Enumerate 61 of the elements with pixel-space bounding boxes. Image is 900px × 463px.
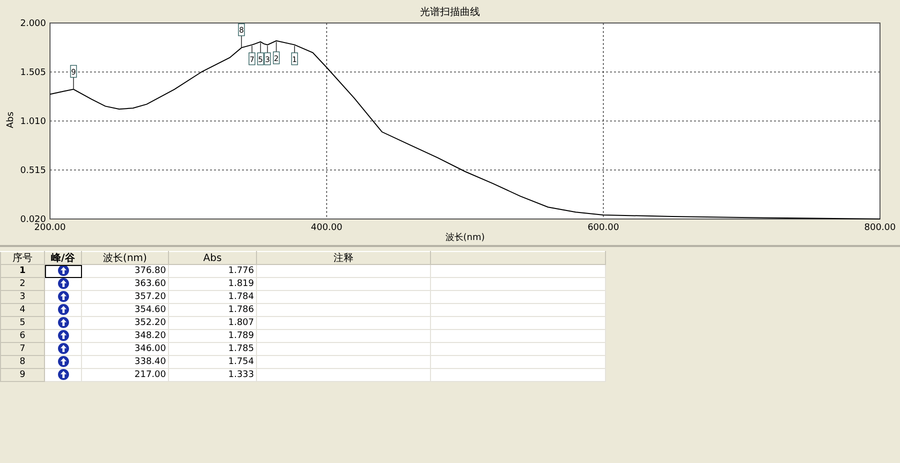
up-arrow-icon (58, 278, 68, 290)
table-cell: 363.60 (82, 278, 168, 290)
peak-cell[interactable] (44, 278, 82, 290)
peak-cell[interactable] (44, 342, 82, 356)
table-cell: 1.785 (168, 342, 256, 356)
peak-cell[interactable] (44, 264, 82, 278)
x-axis-title: 波长(nm) (445, 233, 485, 243)
table-cell: 357.20 (82, 290, 168, 304)
chart-title: 光谱扫描曲线 (420, 7, 480, 18)
row-number[interactable]: 1 (0, 264, 44, 278)
table-cell: 338.40 (82, 356, 168, 368)
table-cell: 1.789 (168, 330, 256, 342)
x-tick-label: 400.00 (310, 223, 342, 233)
up-arrow-icon (58, 356, 68, 368)
row-number[interactable]: 2 (0, 278, 44, 290)
column-header[interactable]: 注释 (256, 252, 430, 264)
peak-cell[interactable] (44, 356, 82, 368)
x-tick-label: 800.00 (864, 223, 896, 233)
table-cell: 352.20 (82, 316, 168, 330)
table-cell: 1.784 (168, 290, 256, 304)
row-number[interactable]: 9 (0, 368, 44, 382)
column-header[interactable]: Abs (168, 252, 256, 264)
row-number[interactable]: 3 (0, 290, 44, 304)
x-tick-label: 200.00 (34, 223, 66, 233)
up-arrow-icon (58, 265, 68, 276)
row-number[interactable]: 4 (0, 304, 44, 316)
y-tick-label: 1.505 (20, 68, 46, 78)
peak-cell[interactable] (44, 304, 82, 316)
y-tick-label: 2.000 (20, 19, 46, 29)
row-number[interactable]: 6 (0, 330, 44, 342)
table-cell: 1.333 (168, 368, 256, 382)
table-cell: 1.786 (168, 304, 256, 316)
table-cell: 217.00 (82, 368, 168, 382)
peak-cell[interactable] (44, 290, 82, 304)
table-cell: 1.807 (168, 316, 256, 330)
row-number[interactable]: 8 (0, 356, 44, 368)
peak-cell[interactable] (44, 330, 82, 342)
y-axis-title: Abs (6, 112, 16, 128)
table-cell: 346.00 (82, 342, 168, 356)
up-arrow-icon (58, 369, 68, 380)
row-number[interactable]: 7 (0, 342, 44, 356)
x-tick-label: 600.00 (588, 223, 620, 233)
y-tick-label: 0.515 (20, 166, 46, 176)
table-cell: 1.819 (168, 278, 256, 290)
column-header[interactable]: 序号 (0, 252, 44, 264)
column-header[interactable]: 波长(nm) (82, 252, 168, 264)
up-arrow-icon (58, 304, 68, 316)
peak-cell[interactable] (44, 368, 82, 382)
y-tick-label: 1.010 (20, 117, 46, 127)
up-arrow-icon (58, 330, 68, 342)
table-cell: 376.80 (82, 264, 168, 278)
up-arrow-icon (58, 317, 68, 328)
up-arrow-icon (58, 291, 68, 302)
table-cell: 348.20 (82, 330, 168, 342)
up-arrow-icon (58, 343, 68, 354)
peak-cell[interactable] (44, 316, 82, 330)
table-cell: 1.776 (168, 264, 256, 278)
table-cell: 1.754 (168, 356, 256, 368)
table-cell: 354.60 (82, 304, 168, 316)
row-number[interactable]: 5 (0, 316, 44, 330)
column-header[interactable]: 峰/谷 (44, 252, 82, 264)
